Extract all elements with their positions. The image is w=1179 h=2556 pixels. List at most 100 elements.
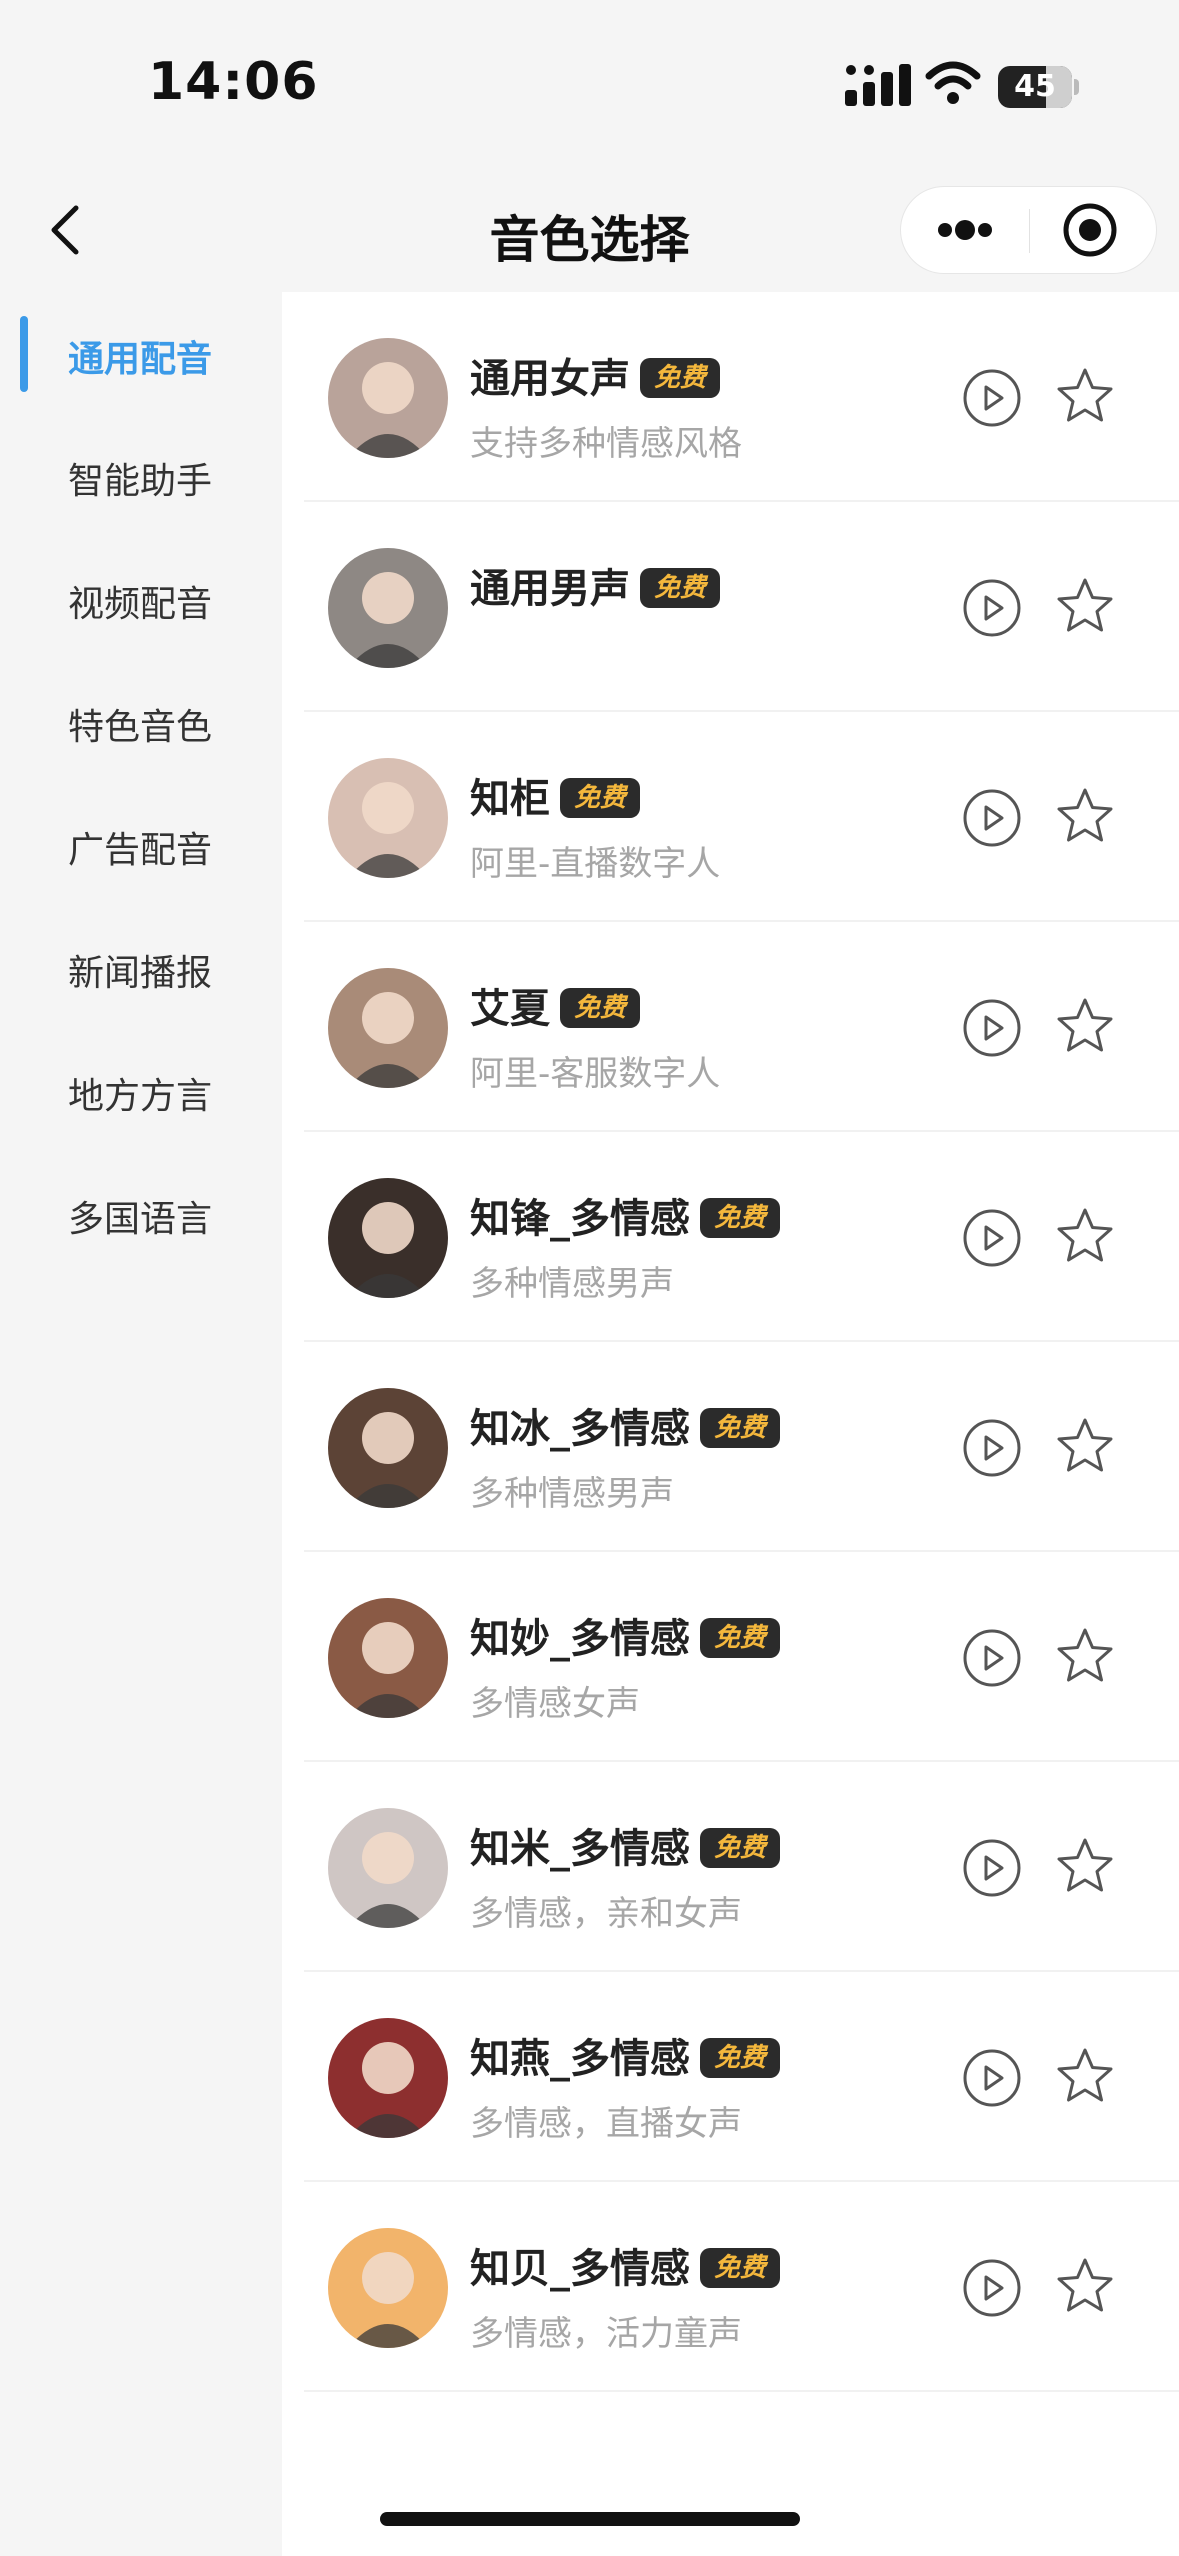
sidebar-item-general[interactable]: 通用配音: [0, 292, 282, 414]
voice-name: 知妙_多情感: [470, 1616, 690, 1662]
battery-icon: 45: [998, 66, 1080, 108]
star-icon[interactable]: [1052, 1834, 1118, 1900]
voice-name-line: 知米_多情感 免费: [470, 1816, 781, 1874]
sidebar-item-label: 地方方言: [68, 1076, 213, 1117]
voice-row[interactable]: 通用女声 免费支持多种情感风格: [282, 292, 1179, 502]
play-icon[interactable]: [962, 1418, 1022, 1478]
play-icon[interactable]: [962, 1628, 1022, 1688]
sidebar-item-label: 特色音色: [68, 707, 213, 748]
voice-name: 知冰_多情感: [470, 1406, 690, 1452]
free-badge: 免费: [700, 2248, 781, 2288]
sidebar-item-assistant[interactable]: 智能助手: [0, 414, 282, 536]
sidebar-item-label: 多国语言: [68, 1199, 213, 1240]
target-circle-icon[interactable]: [1030, 187, 1156, 273]
free-badge: 免费: [700, 1408, 781, 1448]
voice-description: 多情感，亲和女声: [470, 1894, 742, 1934]
voice-row[interactable]: 知妙_多情感 免费多情感女声: [282, 1552, 1179, 1762]
star-icon[interactable]: [1052, 2254, 1118, 2320]
star-icon[interactable]: [1052, 364, 1118, 430]
free-badge: 免费: [640, 568, 721, 608]
voice-row[interactable]: 知冰_多情感 免费 多种情感男声: [282, 1342, 1179, 1552]
voice-description: 支持多种情感风格: [470, 424, 742, 464]
home-indicator: [380, 2512, 800, 2526]
voice-description: 阿里-客服数字人: [470, 1054, 721, 1094]
avatar: [328, 758, 448, 878]
free-badge: 免费: [700, 2038, 781, 2078]
row-divider: [304, 2390, 1179, 2392]
avatar-image: [328, 758, 448, 878]
voice-name-line: 知妙_多情感 免费: [470, 1606, 781, 1664]
voice-row[interactable]: 知锋_多情感 免费 多种情感男声: [282, 1132, 1179, 1342]
sidebar-item-label: 智能助手: [68, 461, 213, 502]
voice-row[interactable]: 知柜 免费阿里-直播数字人: [282, 712, 1179, 922]
avatar-image: [328, 2018, 448, 2138]
voice-description: 多种情感男声: [470, 1264, 674, 1304]
avatar-image: [328, 1598, 448, 1718]
star-icon[interactable]: [1052, 2044, 1118, 2110]
sidebar-item-video[interactable]: 视频配音: [0, 537, 282, 659]
voice-row[interactable]: 通用男声 免费: [282, 502, 1179, 712]
sidebar-item-featured[interactable]: 特色音色: [0, 660, 282, 782]
star-icon[interactable]: [1052, 1204, 1118, 1270]
voice-name-line: 通用男声 免费: [470, 556, 721, 614]
sidebar-item-languages[interactable]: 多国语言: [0, 1152, 282, 1274]
play-icon[interactable]: [962, 1838, 1022, 1898]
avatar: [328, 338, 448, 458]
star-icon[interactable]: [1052, 784, 1118, 850]
star-icon[interactable]: [1052, 574, 1118, 640]
battery-level: 45: [1014, 69, 1056, 104]
voice-description: 阿里-直播数字人: [470, 844, 721, 884]
voice-name: 知锋_多情感: [470, 1196, 690, 1242]
voice-name-line: 知燕_多情感 免费: [470, 2026, 781, 2084]
voice-name-line: 通用女声 免费: [470, 346, 721, 404]
voice-name-line: 知冰_多情感 免费: [470, 1396, 781, 1454]
sidebar-item-label: 通用配音: [68, 339, 213, 380]
sidebar-item-ads[interactable]: 广告配音: [0, 783, 282, 905]
sidebar-item-dialect[interactable]: 地方方言: [0, 1029, 282, 1151]
voice-description: 多情感，直播女声: [470, 2104, 742, 2144]
wifi-icon: [925, 61, 981, 104]
star-icon[interactable]: [1052, 1624, 1118, 1690]
play-icon[interactable]: [962, 1208, 1022, 1268]
nav-bar: 音色选择: [0, 170, 1179, 290]
voice-name: 通用男声: [470, 566, 630, 612]
sidebar-item-label: 新闻播报: [68, 953, 213, 994]
sidebar-item-label: 广告配音: [68, 830, 213, 871]
voice-row[interactable]: 知米_多情感 免费多情感，亲和女声: [282, 1762, 1179, 1972]
play-icon[interactable]: [962, 788, 1022, 848]
voice-name: 知燕_多情感: [470, 2036, 690, 2082]
star-icon[interactable]: [1052, 994, 1118, 1060]
free-badge: 免费: [700, 1618, 781, 1658]
sidebar-item-news[interactable]: 新闻播报: [0, 906, 282, 1028]
avatar-image: [328, 2228, 448, 2348]
free-badge: 免费: [560, 988, 641, 1028]
avatar: [328, 1178, 448, 1298]
voice-row[interactable]: 知贝_多情感 免费 多情感，活力童声: [282, 2182, 1179, 2392]
voice-name: 艾夏: [470, 986, 550, 1032]
signal-icon: [845, 64, 911, 106]
avatar: [328, 1388, 448, 1508]
play-icon[interactable]: [962, 368, 1022, 428]
play-icon[interactable]: [962, 2258, 1022, 2318]
avatar-image: [328, 1808, 448, 1928]
category-sidebar: 通用配音 智能助手 视频配音 特色音色 广告配音 新闻播报 地方方言 多国语言: [0, 292, 282, 2556]
avatar: [328, 968, 448, 1088]
active-indicator: [20, 316, 28, 392]
sidebar-item-label: 视频配音: [68, 584, 213, 625]
free-badge: 免费: [560, 778, 641, 818]
voice-row[interactable]: 知燕_多情感 免费多情感，直播女声: [282, 1972, 1179, 2182]
star-icon[interactable]: [1052, 1414, 1118, 1480]
voice-description: 多情感女声: [470, 1684, 640, 1724]
voice-row[interactable]: 艾夏 免费阿里-客服数字人: [282, 922, 1179, 1132]
avatar-image: [328, 548, 448, 668]
free-badge: 免费: [700, 1198, 781, 1238]
more-dots-icon[interactable]: [901, 187, 1029, 273]
avatar-image: [328, 1178, 448, 1298]
play-icon[interactable]: [962, 998, 1022, 1058]
voice-description: 多情感，活力童声: [470, 2314, 742, 2354]
status-time: 14:06: [148, 52, 319, 112]
avatar: [328, 548, 448, 668]
play-icon[interactable]: [962, 578, 1022, 638]
play-icon[interactable]: [962, 2048, 1022, 2108]
voice-name: 知柜: [470, 776, 550, 822]
